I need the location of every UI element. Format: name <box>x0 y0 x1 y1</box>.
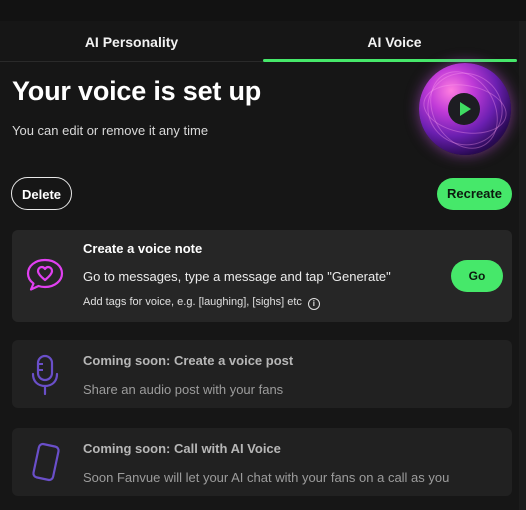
ai-call-card: Coming soon: Call with AI Voice Soon Fan… <box>12 428 512 496</box>
voice-note-card: Create a voice note Go to messages, type… <box>12 230 512 322</box>
tab-bar: AI Personality AI Voice <box>0 21 526 62</box>
scrollbar[interactable] <box>519 21 526 510</box>
card-description: Go to messages, type a message and tap "… <box>83 269 391 284</box>
play-button[interactable] <box>448 93 480 125</box>
voice-post-card: Coming soon: Create a voice post Share a… <box>12 340 512 408</box>
card-title: Coming soon: Create a voice post <box>83 353 294 368</box>
card-title: Coming soon: Call with AI Voice <box>83 441 281 456</box>
card-description: Share an audio post with your fans <box>83 382 284 397</box>
page-title: Your voice is set up <box>12 76 262 106</box>
active-tab-indicator <box>263 59 517 62</box>
info-icon[interactable]: i <box>307 298 320 310</box>
page-subtitle: You can edit or remove it any time <box>12 123 209 138</box>
voice-orb <box>419 63 511 155</box>
card-note: Add tags for voice, e.g. [laughing], [si… <box>83 296 320 310</box>
card-note-text: Add tags for voice, e.g. [laughing], [si… <box>83 296 302 308</box>
card-title: Create a voice note <box>83 241 203 256</box>
delete-button[interactable]: Delete <box>11 177 72 210</box>
tab-ai-personality[interactable]: AI Personality <box>0 21 263 61</box>
go-button[interactable]: Go <box>451 260 503 292</box>
recreate-button[interactable]: Recreate <box>437 178 512 210</box>
play-icon <box>460 102 471 116</box>
card-description: Soon Fanvue will let your AI chat with y… <box>83 470 450 485</box>
microphone-icon <box>31 354 59 396</box>
top-bar <box>0 0 526 21</box>
heart-chat-icon <box>26 258 64 291</box>
phone-icon <box>32 442 60 482</box>
tab-ai-voice[interactable]: AI Voice <box>263 21 526 61</box>
